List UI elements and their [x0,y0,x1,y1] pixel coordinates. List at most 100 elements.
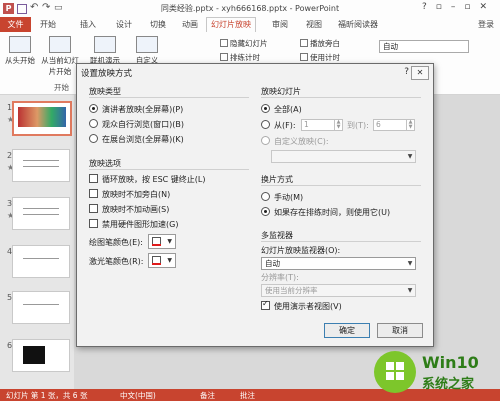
online-present-button[interactable]: 联机演示 [88,36,122,66]
resolution-label: 分辨率(T): [261,273,299,282]
slide-thumbnail-2[interactable] [12,149,70,182]
windows-logo-icon [386,362,404,380]
radio-from-slide[interactable]: 从(F): [261,120,296,131]
help-icon[interactable]: ? [404,67,409,77]
ribbon-monitor-select[interactable]: 自动 [379,40,469,53]
custom-show-button[interactable]: 自定义 [130,36,164,66]
disable-hw-accel-checkbox[interactable]: 禁用硬件图形加速(G) [89,219,178,230]
monitor-select[interactable]: 自动 ▼ [261,257,416,270]
chevron-down-icon: ▼ [167,238,172,245]
slide-text-line [23,160,59,161]
slide-thumbnail-5[interactable] [12,291,70,324]
no-animation-checkbox[interactable]: 放映时不加动画(S) [89,204,169,215]
slideshow-current-icon [49,36,71,53]
slide-text-line [23,214,59,215]
close-button[interactable]: ✕ [411,66,429,80]
dialog-title: 设置放映方式 [81,69,133,79]
divider [261,185,421,186]
radio-icon [261,192,270,201]
divider [261,241,421,242]
from-slide-spinner[interactable]: 1 ▲ ▼ [301,119,343,131]
chevron-down-icon: ▼ [407,153,413,160]
tab-animations[interactable]: 动画 [182,19,198,30]
custom-show-icon [136,36,158,53]
slide-thumbnail-panel[interactable]: 1 ★ 2 ★ 3 ★ 4 5 6 [0,95,74,389]
slide-text-line [23,166,59,167]
show-slides-heading: 放映幻灯片 [261,87,301,96]
slideshow-icon [9,36,31,53]
checkbox-icon [300,53,308,61]
radio-kiosk[interactable]: 在展台浏览(全屏幕)(K) [89,134,184,145]
chevron-down-icon: ▼ [167,257,172,264]
tab-foxit[interactable]: 福昕阅读器 [338,19,378,30]
title-bar: P ↶ ↷ ▭ 同类经验.pptx - xyh666168.pptx - Pow… [0,0,500,17]
tab-transitions[interactable]: 切换 [150,19,166,30]
tab-insert[interactable]: 插入 [80,19,96,30]
advance-heading: 换片方式 [261,175,293,184]
login-link[interactable]: 登录 [478,19,494,30]
resolution-select[interactable]: 使用当前分辨率 ▼ [261,284,416,297]
slide-thumbnail-4[interactable] [12,245,70,278]
radio-icon [89,119,98,128]
slideshow-settings-dialog: 设置放映方式 ? ✕ 放映类型 演讲者放映(全屏幕)(P) 观众自行浏览(窗口)… [76,63,434,347]
custom-show-select[interactable]: ▼ [271,150,416,163]
tab-view[interactable]: 视图 [306,19,322,30]
radio-manual[interactable]: 手动(M) [261,192,303,203]
chevron-down-icon: ▼ [407,287,413,294]
slide-image [23,346,45,364]
pen-color-button[interactable]: ▼ [148,234,176,249]
rehearse-icon [220,53,228,61]
pen-color-swatch [152,244,161,246]
group-label-start: 开始 [54,83,69,92]
tab-home[interactable]: 开始 [40,19,56,30]
watermark-logo: Win10 系统之家 [372,349,500,395]
slide-text-line [23,304,59,305]
slide-image [18,107,66,127]
checkbox-checked-icon [261,299,270,310]
radio-custom-show[interactable]: 自定义放映(C): [261,136,329,147]
play-narration-checkbox[interactable]: 播放旁白 [300,38,340,49]
tab-file[interactable]: 文件 [0,17,31,32]
tab-slideshow[interactable]: 幻灯片放映 [206,17,256,33]
window-controls[interactable]: ?▫–▫✕ [422,2,496,12]
checkbox-icon [89,189,98,198]
notes-button[interactable]: 备注 [200,390,215,401]
slide-thumbnail-6[interactable] [12,339,70,372]
laser-color-label: 激光笔颜色(R): [89,257,144,266]
monitor-label: 幻灯片放映监视器(O): [261,246,341,255]
language-status[interactable]: 中文(中国) [120,390,156,401]
presenter-view-checkbox[interactable]: 使用演示者视图(V) [261,299,342,312]
radio-selected-icon [261,207,270,216]
slide-thumbnail-3[interactable] [12,197,70,230]
dialog-title-bar[interactable]: 设置放映方式 ? ✕ [77,64,433,81]
tab-review[interactable]: 审阅 [272,19,288,30]
radio-browsed-window[interactable]: 观众自行浏览(窗口)(B) [89,119,184,130]
ribbon-tab-bar: 文件 开始 插入 设计 切换 动画 幻灯片放映 审阅 视图 福昕阅读器 登录 [0,17,500,33]
radio-use-timings[interactable]: 如果存在排练时间，则使用它(U) [261,207,390,218]
loop-checkbox[interactable]: 循环放映，按 ESC 键终止(L) [89,174,206,185]
use-timings-checkbox[interactable]: 使用计时 [300,52,340,63]
cancel-button[interactable]: 取消 [377,323,423,338]
spinner-arrows-icon[interactable]: ▲ ▼ [334,120,342,130]
radio-presenter[interactable]: 演讲者放映(全屏幕)(P) [89,104,183,115]
to-slide-label: 到(T): [347,121,369,130]
no-narration-checkbox[interactable]: 放映时不加旁白(N) [89,189,170,200]
show-type-heading: 放映类型 [89,87,121,96]
online-present-icon [94,36,116,53]
comments-button[interactable]: 批注 [240,390,255,401]
spinner-arrows-icon[interactable]: ▲ ▼ [406,120,414,130]
checkbox-icon [89,174,98,183]
watermark-text-1: Win10 [422,353,479,372]
radio-all-slides[interactable]: 全部(A) [261,104,302,115]
hide-slide-button[interactable]: 隐藏幻灯片 [220,38,268,49]
rehearse-timings-button[interactable]: 排练计时 [220,52,260,63]
ok-button[interactable]: 确定 [324,323,370,338]
slide-thumbnail-1[interactable] [12,101,72,136]
from-beginning-button[interactable]: 从头开始 [2,36,38,66]
divider [261,97,421,98]
to-slide-spinner[interactable]: 6 ▲ ▼ [373,119,415,131]
radio-selected-icon [89,104,98,113]
divider [89,97,249,98]
tab-design[interactable]: 设计 [116,19,132,30]
laser-color-button[interactable]: ▼ [148,253,176,268]
